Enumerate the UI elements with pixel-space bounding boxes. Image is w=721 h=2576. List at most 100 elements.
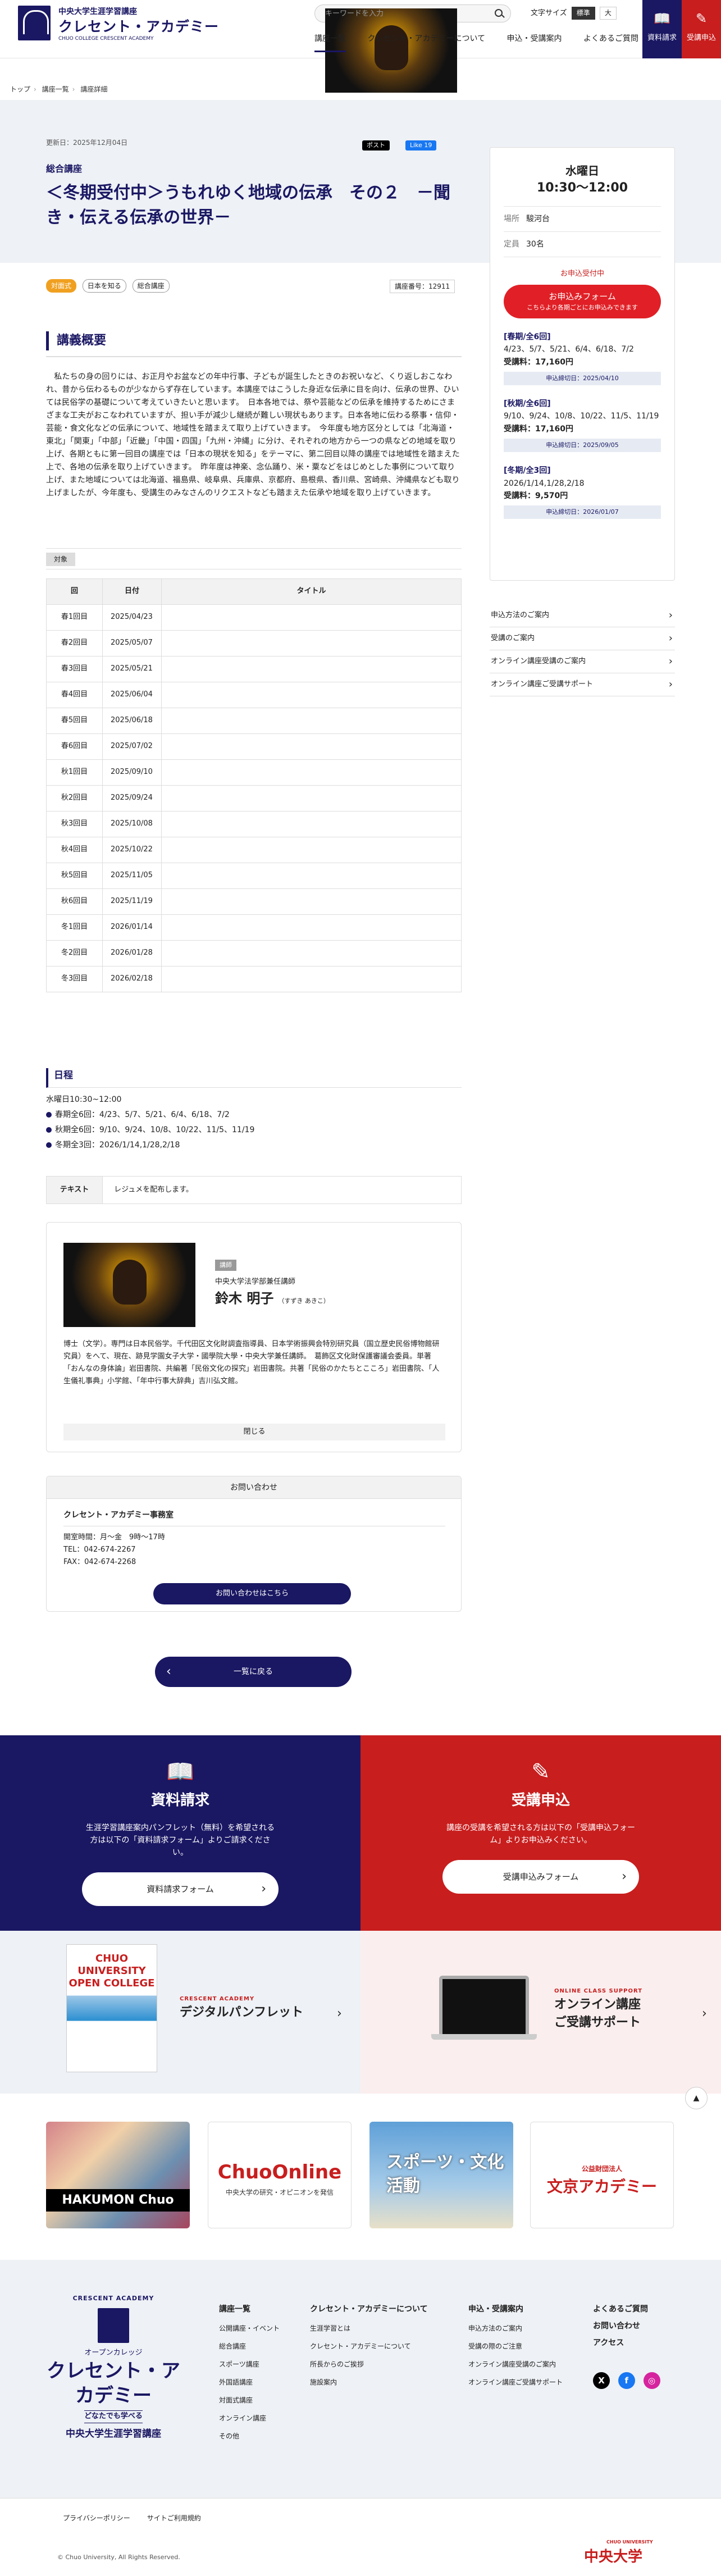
font-size-label: 文字サイズ [531,9,567,17]
instagram-icon[interactable]: ◎ [643,2372,660,2389]
nav-about[interactable]: クレセント・アカデミーについて [367,33,485,51]
table-cell: 2025/06/04 [102,682,162,708]
ext-sports-link[interactable]: スポーツ・文化活動 [369,2122,513,2228]
breadcrumb-top[interactable]: トップ [10,85,30,93]
footer-contact-link[interactable]: お問い合わせ [593,2319,648,2333]
online-support-link[interactable]: ONLINE CLASS SUPPORT オンライン講座 ご受講サポート › [360,1931,721,2094]
search-icon[interactable] [495,9,503,17]
share-x-button[interactable]: ポスト [362,140,390,151]
terms-link[interactable]: サイトご利用規約 [147,2514,201,2522]
lecturer-close-button[interactable]: 閉じる [63,1424,445,1440]
ext-chuo-online-link[interactable]: ChuoOnline 中央大学の研究・オピニオンを発信 [208,2122,352,2228]
request-banner-title: 資料請求 [150,1792,209,1809]
nav-course-list[interactable]: 講座一覧 [314,33,346,53]
table-cell [161,604,462,631]
footer-link[interactable]: クレセント・アカデミーについて [310,2337,428,2355]
schedule-winter: 冬期全3回：2026/1/14,1/28,2/18 [55,1141,180,1150]
copyright: © Chuo University, All Rights Reserved. [57,2554,180,2561]
footer-link[interactable]: 外国語講座 [219,2373,280,2391]
table-cell: 冬3回目 [46,966,103,992]
footer-link[interactable]: 対面式講座 [219,2391,280,2409]
header-apply-button[interactable]: ✎ 受講申込 [682,0,721,58]
table-cell: 2026/01/14 [102,914,162,941]
inquiry-box: お問い合わせ クレセント・アカデミー事務室 開室時間：月～金 9時～17時 TE… [46,1476,462,1612]
font-size-large-button[interactable]: 大 [599,7,617,20]
ext-bunkyo-sub: 公益財団法人 [581,2165,622,2173]
table-row: 春1回目 2025/04/23 [46,604,462,631]
site-logo[interactable]: 中央大学生涯学習講座 クレセント・アカデミー CHUO COLLEGE CRES… [18,4,218,44]
x-icon[interactable]: X [593,2372,610,2389]
back-to-list-button[interactable]: 一覧に戻る [155,1657,352,1687]
digital-pamphlet-link[interactable]: CHUO UNIVERSITY OPEN COLLEGE CRESCENT AC… [0,1931,360,2094]
footer-link[interactable]: 申込方法のご案内 [468,2319,563,2337]
apply-form-banner-button[interactable]: 受講申込みフォーム [442,1859,639,1894]
footer-link[interactable]: オンライン講座ご受講サポート [468,2373,563,2391]
apply-banner-desc: 講座の受講を希望される方は以下の「受講申込フォーム」よりお申込みください。 [446,1823,635,1845]
facebook-icon[interactable]: f [618,2372,635,2389]
request-form-button[interactable]: 資料請求フォーム [82,1872,279,1906]
table-cell: 2025/10/08 [102,811,162,837]
cta-note: お申込受付中 [560,270,604,278]
share-facebook-button[interactable]: Like 19 [405,140,437,151]
table-cell: 春6回目 [46,733,103,760]
breadcrumb-list[interactable]: 講座一覧 [42,85,69,93]
target-row: 対象 [46,548,462,569]
font-size-normal-button[interactable]: 標準 [571,7,595,20]
apply-form-button[interactable]: お申込みフォーム こちらより各期ごとにお申込みできます [504,284,661,318]
inquiry-tel: TEL：042-674-2267 [63,1545,136,1554]
table-cell: 秋4回目 [46,837,103,863]
header-request-button[interactable]: 📖 資料請求 [642,0,682,58]
link-online-guide[interactable]: オンライン講座受講のご案内 [490,650,675,673]
table-cell [161,656,462,682]
footer-logo[interactable]: CRESCENT ACADEMY オープンカレッジ クレセント・アカデミー どな… [46,2294,181,2442]
back-to-top-button[interactable]: ▲ [685,2087,708,2109]
ext-bunkyo-link[interactable]: 公益財団法人 文京アカデミー [530,2122,674,2228]
font-size-switcher: 文字サイズ 標準 大 [531,7,617,20]
univ-sub: CHUO UNIVERSITY [606,2539,653,2545]
footer-link[interactable]: 施設案内 [310,2373,428,2391]
chuo-university-logo[interactable]: CHUO UNIVERSITY 中央大学 [584,2539,653,2569]
footer-link[interactable]: 所長からのご挨拶 [310,2355,428,2373]
nav-faq[interactable]: よくあるご質問 [583,33,638,51]
link-apply-method[interactable]: 申込方法のご案内 [490,604,675,627]
footer-link[interactable]: 公開講座・イベント [219,2319,280,2337]
ext-chuo-online-title: ChuoOnline [217,2161,342,2183]
footer-link[interactable]: その他 [219,2427,280,2445]
footer-faq-link[interactable]: よくあるご質問 [593,2303,648,2316]
table-cell [161,708,462,734]
footer-logo-en: CRESCENT ACADEMY [72,2295,154,2302]
term-fee: 受講料：9,570円 [504,491,568,500]
footer-link[interactable]: 受講の際のご注意 [468,2337,563,2355]
footer-access-link[interactable]: アクセス [593,2336,648,2350]
footer-link[interactable]: 総合講座 [219,2337,280,2355]
table-row: 秋4回目 2025/10/22 [46,837,462,863]
link-online-support[interactable]: オンライン講座ご受講サポート [490,673,675,696]
footer-col-apply: 申込・受講案内 申込方法のご案内 受講の際のご注意 オンライン講座受講のご案内 オンラ… [468,2303,563,2391]
ext-hakumon-link[interactable]: HAKUMON Chuo [46,2122,190,2228]
lecturer-kana: （すずき あきこ） [278,1297,330,1305]
schedule-autumn: 秋期全6回：9/10、9/24、10/8、10/22、11/5、11/19 [55,1125,255,1134]
footer-link[interactable]: オンライン講座 [219,2409,280,2427]
apply-banner-title: 受講申込 [511,1792,570,1809]
link-attendance[interactable]: 受講のご案内 [490,627,675,650]
chevron-right-icon: › [337,2007,342,2021]
schedule-time: 水曜日10:30~12:00 [46,1095,122,1104]
lecturer-bio: 博士（文学）。専門は日本民俗学。千代田区文化財調査指導員、日本学術振興会特別研究… [63,1340,440,1385]
table-cell: 2025/11/05 [102,863,162,889]
search-input[interactable]: キーワードを入力 [314,4,511,93]
footer-col-heading[interactable]: クレセント・アカデミーについて [310,2303,428,2316]
footer-col-heading[interactable]: 申込・受講案内 [468,2303,563,2316]
logo-line3: CHUO COLLEGE CRESCENT ACADEMY [58,36,154,42]
footer-link[interactable]: オンライン講座受講のご案内 [468,2355,563,2373]
footer-link[interactable]: 生涯学習とは [310,2319,428,2337]
inquiry-button[interactable]: お問い合わせはこちら [153,1583,351,1604]
privacy-link[interactable]: プライバシーポリシー [63,2514,130,2522]
footer-logo-c: どなたでも学べる [84,2410,143,2424]
footer-link[interactable]: スポーツ講座 [219,2355,280,2373]
schedule-section: 日程 水曜日10:30~12:00 春期全6回：4/23、5/7、5/21、6/… [46,1068,462,1153]
footer-col-heading[interactable]: 講座一覧 [219,2303,280,2316]
nav-apply-guide[interactable]: 申込・受講案内 [507,33,562,51]
apply-form-sublabel: こちらより各期ごとにお申込みできます [527,303,638,311]
table-cell: 2025/04/23 [102,604,162,631]
table-row: 冬2回目 2026/01/28 [46,940,462,966]
